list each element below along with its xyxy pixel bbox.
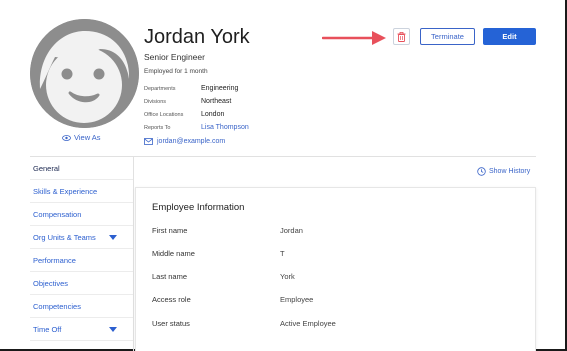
field-label: Access role	[152, 295, 191, 304]
sidebar-item-label: Objectives	[33, 278, 69, 288]
view-as-link[interactable]: View As	[62, 133, 101, 142]
sidebar-item-label: General	[33, 163, 60, 173]
reports-to-link[interactable]: Lisa Thompson	[201, 124, 249, 131]
field-row-first-name: First name Jordan	[152, 226, 303, 235]
trash-icon	[397, 31, 406, 42]
annotation-arrow-icon	[322, 31, 386, 45]
email-text: jordan@example.com	[157, 138, 226, 145]
fact-row-divisions: Divisions Northeast	[144, 95, 249, 108]
tenure: Employed for 1 month	[144, 68, 208, 75]
eye-icon	[62, 134, 71, 141]
show-history-link[interactable]: Show History	[477, 167, 530, 176]
delete-button[interactable]	[393, 28, 410, 45]
employee-name: Jordan York	[144, 26, 250, 48]
envelope-icon	[144, 138, 153, 145]
field-label: Middle name	[152, 249, 195, 258]
sidebar-item-general[interactable]: General	[30, 157, 133, 180]
avatar	[30, 19, 139, 128]
field-row-last-name: Last name York	[152, 272, 295, 281]
sidebar-item-org-units-teams[interactable]: Org Units & Teams	[30, 226, 133, 249]
field-value: Employee	[280, 295, 314, 304]
field-row-access-role: Access role Employee	[152, 295, 313, 304]
sidebar-item-label: Compensation	[33, 209, 82, 219]
sidebar-item-skills-experience[interactable]: Skills & Experience	[30, 180, 133, 203]
fact-value: Engineering	[201, 85, 239, 92]
view-as-label: View As	[74, 133, 101, 142]
profile-facts: Departments Engineering Divisions Northe…	[144, 82, 249, 134]
job-title: Senior Engineer	[144, 52, 205, 62]
field-row-middle-name: Middle name T	[152, 249, 285, 258]
sidebar-item-competencies[interactable]: Competencies	[30, 295, 133, 318]
fact-row-office-locations: Office Locations London	[144, 108, 249, 121]
fact-label: Departments	[144, 85, 176, 92]
field-label: User status	[152, 319, 190, 328]
fact-label: Divisions	[144, 98, 167, 105]
field-value: T	[280, 249, 285, 258]
employee-information-card: Employee Information First name Jordan M…	[135, 187, 536, 351]
fact-row-departments: Departments Engineering	[144, 82, 249, 95]
sidebar-item-performance[interactable]: Performance	[30, 249, 133, 272]
sidebar-item-label: Skills & Experience	[33, 186, 98, 196]
sidebar-nav: General Skills & Experience Compensation…	[30, 157, 133, 341]
email-link[interactable]: jordan@example.com	[144, 138, 225, 145]
sidebar-item-objectives[interactable]: Objectives	[30, 272, 133, 295]
card-title: Employee Information	[152, 202, 245, 213]
edit-button[interactable]: Edit	[483, 28, 536, 45]
fact-row-reports-to: Reports To Lisa Thompson	[144, 121, 249, 134]
sidebar-item-label: Time Off	[33, 324, 62, 334]
clock-icon	[477, 167, 486, 176]
caret-down-icon	[109, 326, 117, 332]
field-value: Jordan	[280, 226, 303, 235]
field-label: First name	[152, 226, 188, 235]
fact-value: London	[201, 111, 225, 118]
fact-label: Reports To	[144, 124, 171, 131]
field-value: Active Employee	[280, 319, 336, 328]
show-history-label: Show History	[489, 168, 531, 175]
sidebar-item-label: Performance	[33, 255, 76, 265]
sidebar-divider	[133, 157, 134, 351]
terminate-button[interactable]: Terminate	[420, 28, 475, 45]
fact-value: Northeast	[201, 98, 232, 105]
fact-label: Office Locations	[144, 111, 184, 118]
field-value: York	[280, 272, 295, 281]
sidebar-item-compensation[interactable]: Compensation	[30, 203, 133, 226]
sidebar-item-time-off[interactable]: Time Off	[30, 318, 133, 341]
field-row-user-status: User status Active Employee	[152, 319, 336, 328]
field-label: Last name	[152, 272, 188, 281]
sidebar-item-label: Competencies	[33, 301, 81, 311]
avatar-face-icon	[30, 19, 139, 128]
caret-down-icon	[109, 234, 117, 240]
sidebar-item-label: Org Units & Teams	[33, 232, 96, 242]
